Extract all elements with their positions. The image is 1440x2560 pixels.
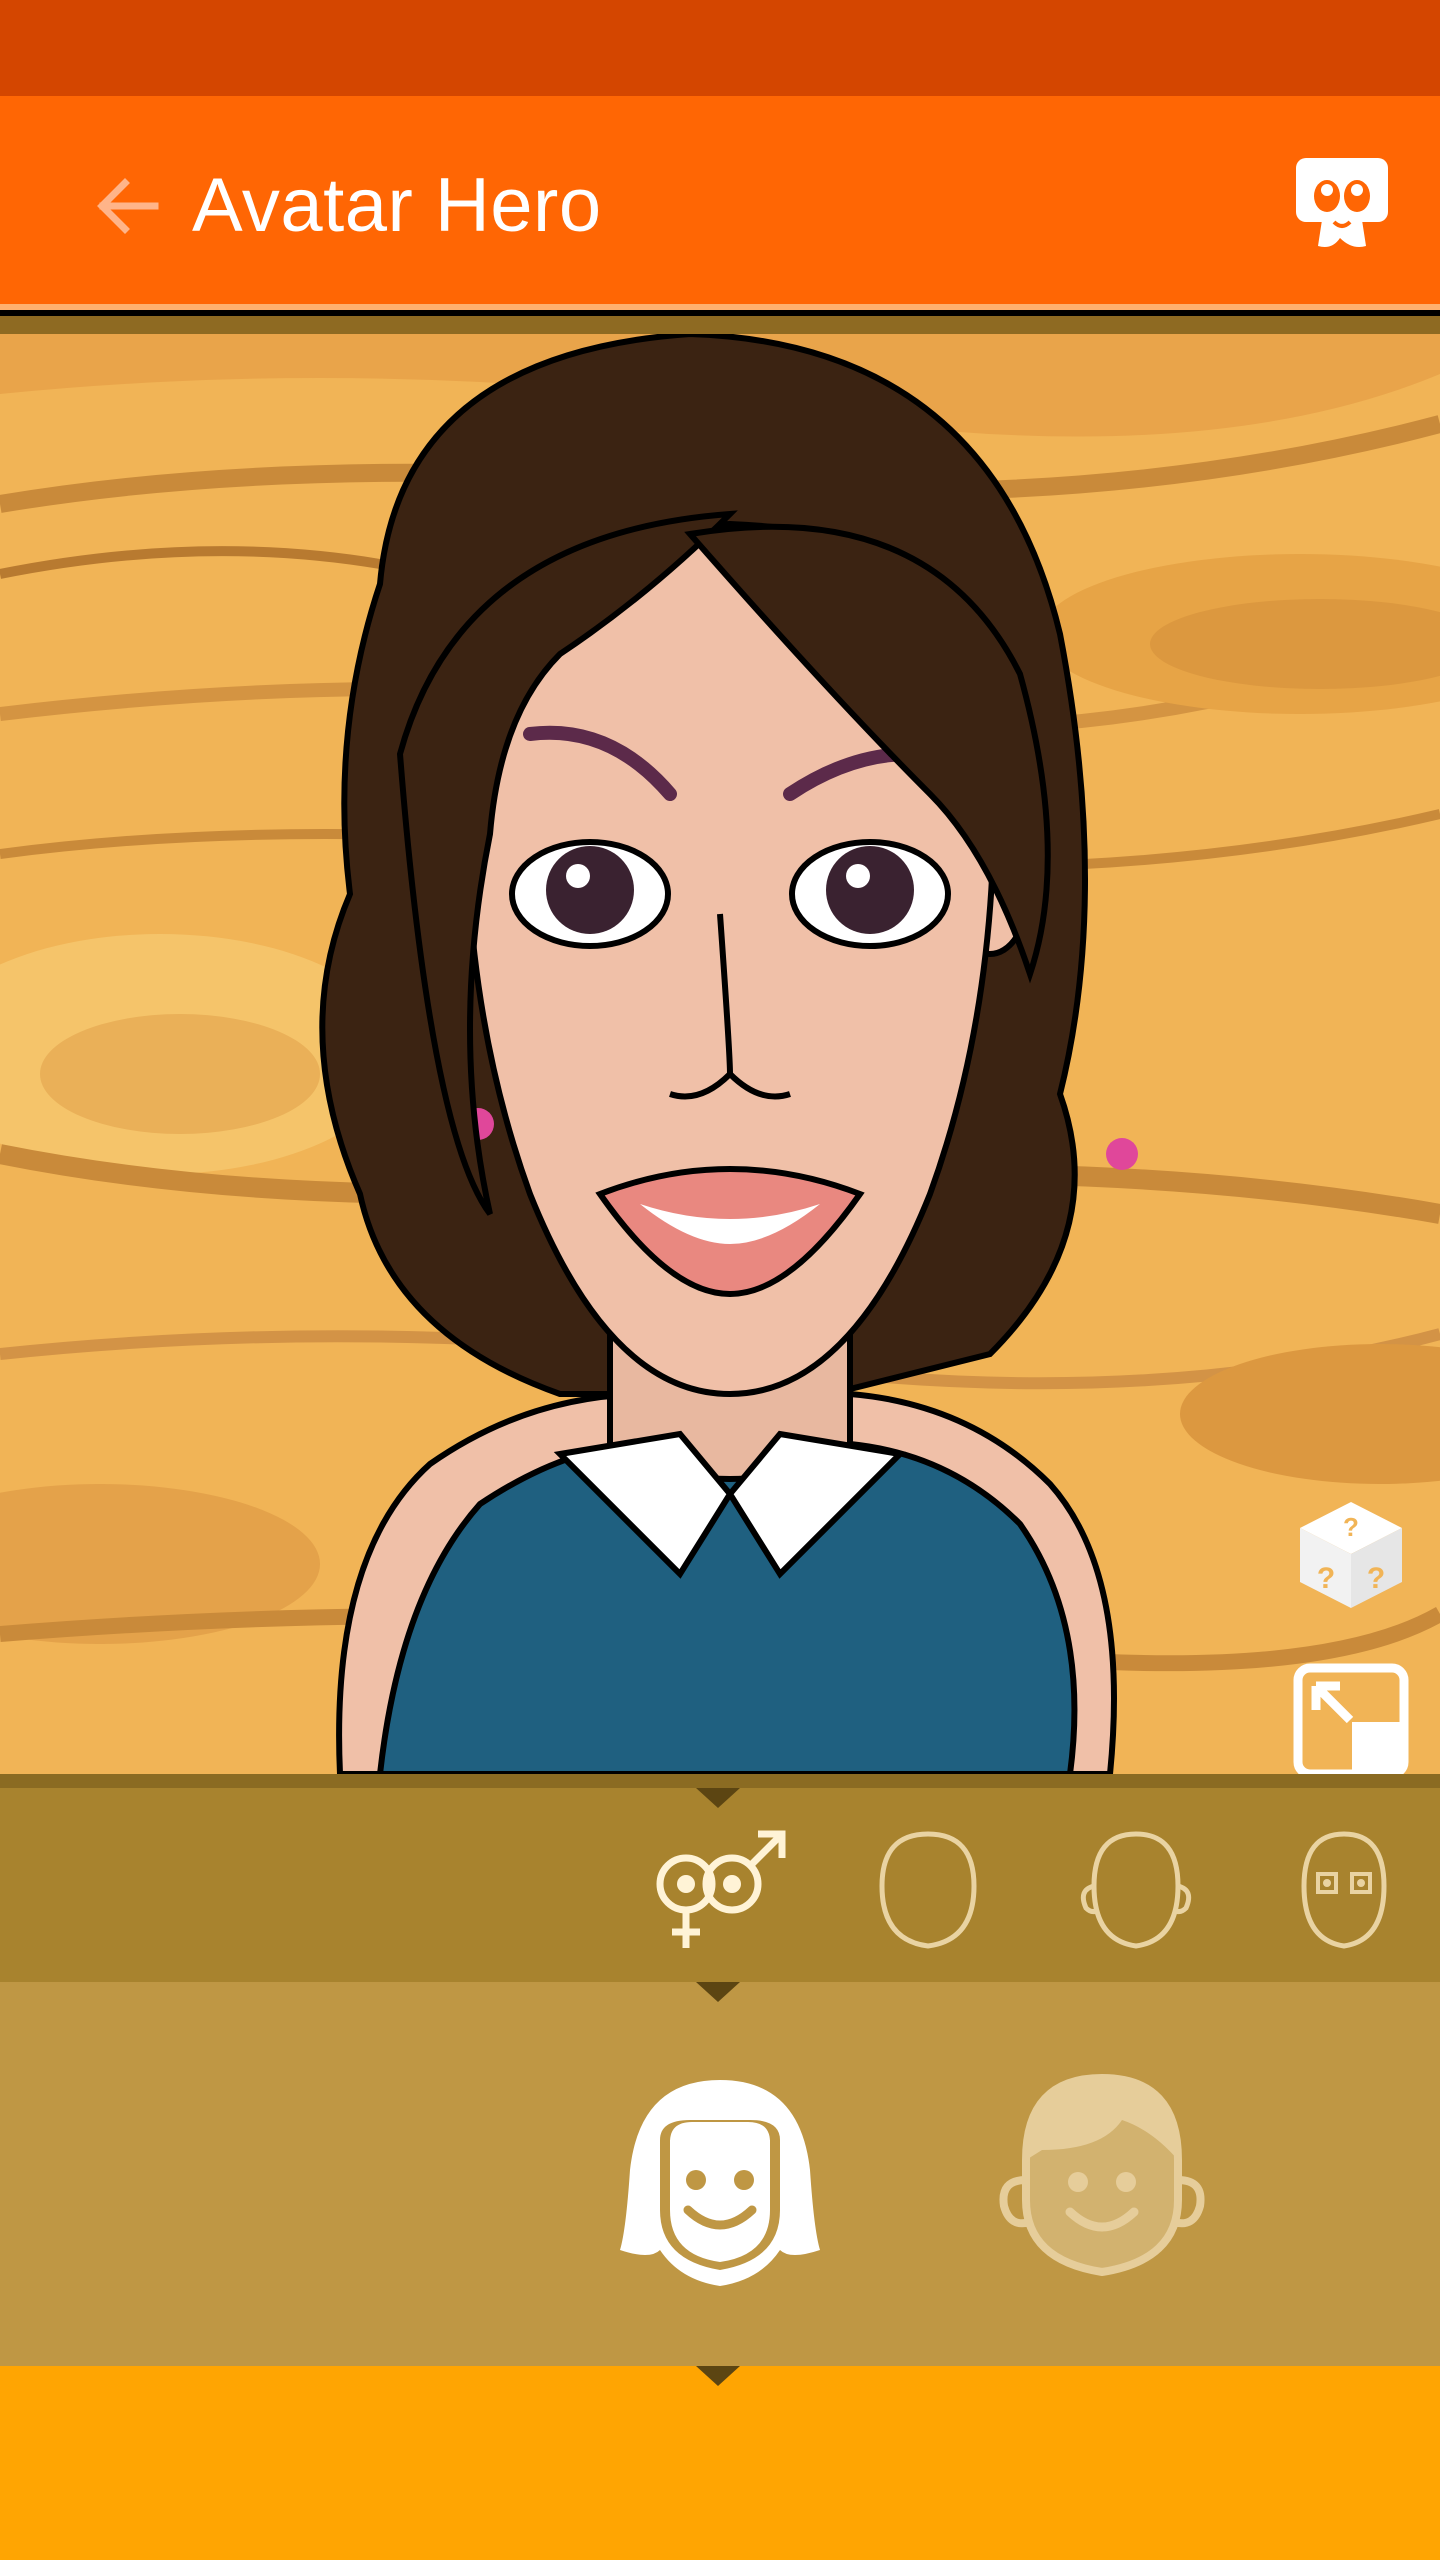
avatar-hero-logo-icon [1296, 158, 1388, 247]
selection-caret [696, 2366, 740, 2386]
category-gender[interactable] [650, 1824, 790, 1954]
gender-icon [656, 1830, 786, 1948]
selection-caret [696, 1788, 740, 1808]
head-ears-icon [1080, 1831, 1192, 1949]
arrow-left-icon [97, 178, 159, 234]
category-head-ears[interactable] [1066, 1824, 1206, 1954]
category-face-shape[interactable] [858, 1824, 998, 1954]
back-button[interactable] [80, 158, 176, 254]
avatar-hero-logo-button[interactable] [1292, 154, 1392, 254]
status-bar [0, 0, 1440, 96]
avatar-stage: ? ? ? [0, 316, 1440, 1774]
stage-divider [0, 1774, 1440, 1788]
option-bar [0, 1982, 1440, 2366]
app-bar: Avatar Hero [0, 96, 1440, 310]
bottom-bar [0, 2366, 1440, 2560]
randomize-button[interactable]: ? ? ? [1292, 1496, 1410, 1614]
dice-icon: ? ? ? [1300, 1502, 1402, 1608]
face-shape-icon [879, 1831, 977, 1949]
eyes-face-icon [1301, 1831, 1387, 1949]
option-male[interactable] [982, 2050, 1222, 2290]
app-title: Avatar Hero [192, 163, 602, 248]
avatar-illustration [319, 334, 1138, 1774]
female-face-icon [620, 2080, 820, 2286]
expand-icon [1293, 1663, 1409, 1774]
expand-button[interactable] [1292, 1662, 1410, 1774]
svg-text:?: ? [1367, 1562, 1385, 1595]
svg-text:?: ? [1317, 1562, 1335, 1595]
svg-text:?: ? [1343, 1512, 1359, 1542]
category-eyes[interactable] [1274, 1824, 1414, 1954]
selection-caret [696, 1982, 740, 2002]
male-face-icon [999, 2073, 1205, 2277]
option-female[interactable] [600, 2050, 840, 2290]
category-bar [0, 1788, 1440, 1982]
